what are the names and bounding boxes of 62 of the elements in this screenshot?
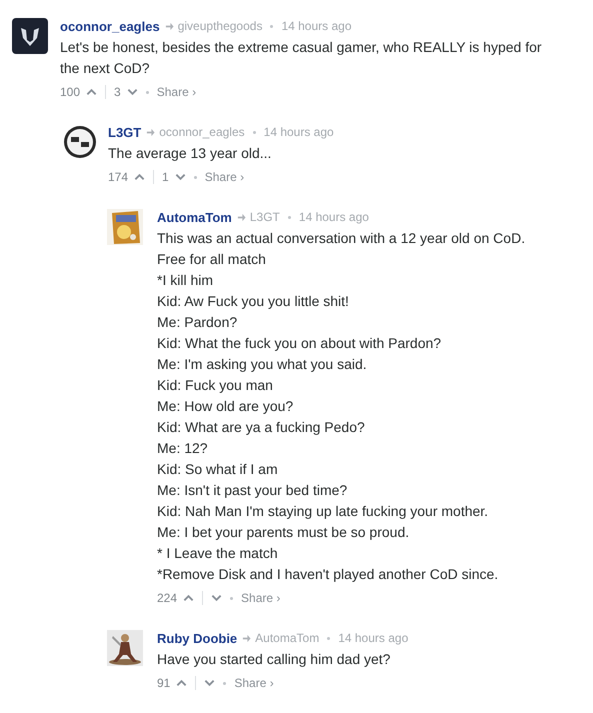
share-link[interactable]: Share › [156,85,196,99]
reply-arrow-icon [242,634,252,642]
comment-text: Let's be honest, besides the extreme casual gamer, who REALLY is hyped for the next CoD? [60,38,543,78]
separator-dot [146,90,149,94]
upvote-count: 174 [108,170,128,184]
comment-text: Kid: What the fuck you on about with Pardon? [157,334,442,353]
separator-dot [327,636,330,640]
share-link[interactable]: Share › [234,676,274,690]
author-name[interactable]: L3GT [108,124,142,140]
author-name[interactable]: oconnor_eagles [60,18,160,34]
downvote-icon[interactable] [126,88,138,96]
author-name[interactable]: Ruby Doobie [157,630,238,646]
reply-to-name[interactable]: giveupthegoods [178,19,262,33]
comment-text: Kid: Aw Fuck you you little shit! [157,292,350,311]
comment-text: The average 13 year old... [108,144,272,163]
comment-text: Kid: So what if I am [157,460,279,479]
comment-text: Kid: What are ya a fucking Pedo? [157,418,366,437]
timestamp[interactable]: 14 hours ago [338,631,408,645]
share-link[interactable]: Share › [204,170,244,184]
separator-dot [288,216,291,218]
comment-text: Me: How old are you? [157,397,294,416]
comment-text: Me: I bet your parents must be so proud. [157,523,410,542]
reply-arrow-icon [146,128,156,136]
timestamp[interactable]: 14 hours ago [281,19,352,33]
share-link[interactable]: Share › [241,591,280,605]
downvote-icon[interactable] [211,594,222,602]
separator-dot [223,682,226,684]
comment-text: Kid: Nah Man I'm staying up late fucking your mother. [157,502,490,521]
reply-to-name[interactable]: AutomaTom [255,631,320,645]
reply-arrow-icon [236,212,246,222]
upvote-icon[interactable] [176,679,188,687]
comment-text: This was an actual conversation with a 12 year old on CoD. [157,229,526,248]
comment-text: Free for all match [157,250,267,269]
upvote-count: 100 [60,85,80,99]
reply-arrow-icon [164,22,174,30]
comment-text: Me: Pardon? [157,313,238,332]
downvote-count: 3 [114,85,121,99]
comment-text: Me: I'm asking you what you said. [157,355,368,374]
comment-text: *Remove Disk and I haven't played another CoD since. [157,565,500,584]
upvote-count: 91 [157,676,170,690]
comment-text: * I Leave the match [157,544,279,563]
separator-dot [252,130,256,134]
separator-dot [230,596,234,600]
upvote-icon[interactable] [183,594,194,602]
upvote-icon[interactable] [134,173,146,181]
comment-text: Me: 12? [157,439,209,458]
reply-to-name[interactable]: oconnor_eagles [159,125,245,139]
reply-to-name[interactable]: L3GT [250,210,280,224]
separator-dot [194,176,197,178]
comment-text: *I kill him [157,271,214,290]
comment-text: Kid: Fuck you man [157,376,274,395]
downvote-icon[interactable] [174,173,186,181]
timestamp[interactable]: 14 hours ago [298,210,369,224]
timestamp[interactable]: 14 hours ago [264,125,334,139]
upvote-count: 224 [157,591,178,605]
downvote-count: 1 [162,170,169,184]
author-name[interactable]: AutomaTom [157,210,232,224]
downvote-icon[interactable] [204,679,216,687]
comment-text: Me: Isn't it past your bed time? [157,481,348,500]
separator-dot [270,24,274,28]
upvote-icon[interactable] [86,88,98,96]
comment-text: Have you started calling him dad yet? [157,650,392,669]
